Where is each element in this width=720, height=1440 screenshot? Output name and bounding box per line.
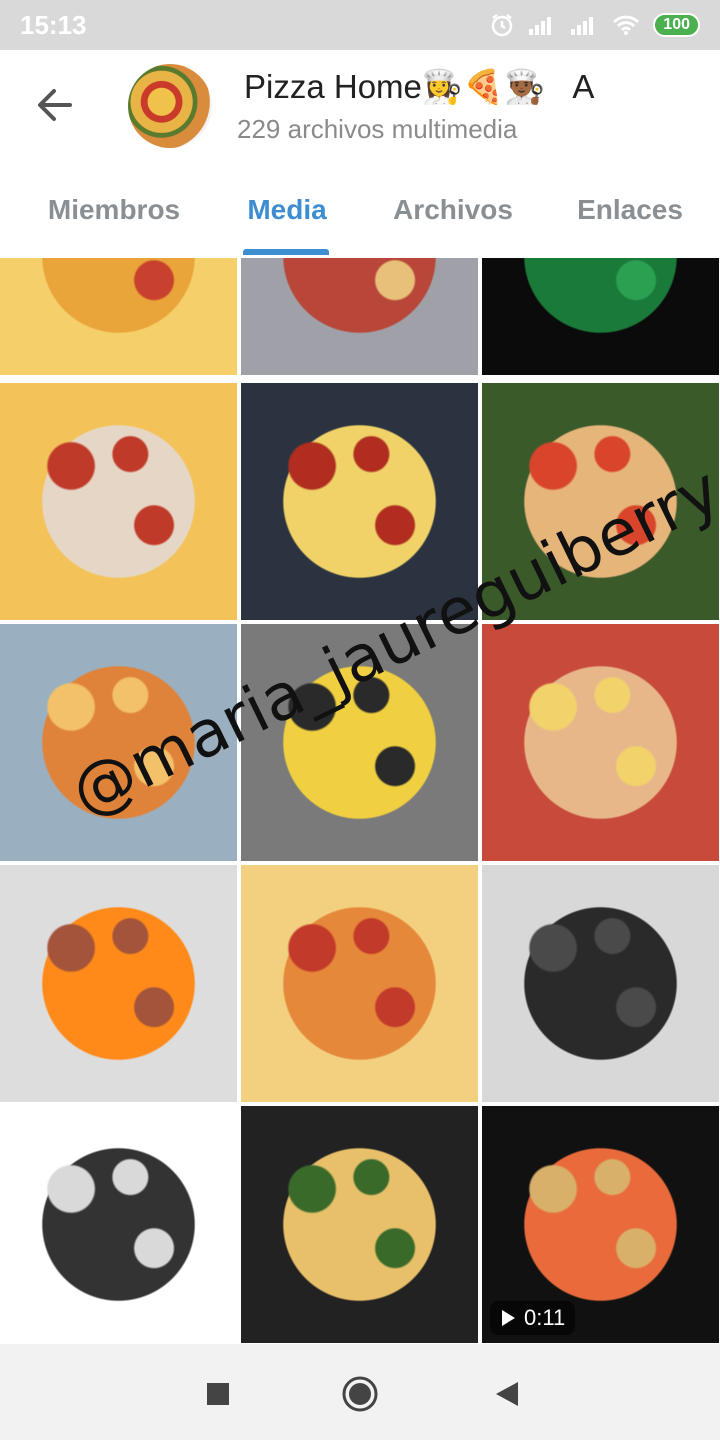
media-thumbnail[interactable] bbox=[482, 383, 719, 620]
tab-miembros[interactable]: Miembros bbox=[46, 190, 182, 255]
circle-icon bbox=[342, 1376, 378, 1412]
back-arrow-icon bbox=[38, 89, 72, 121]
tab-archivos[interactable]: Archivos bbox=[392, 190, 514, 255]
recents-button[interactable] bbox=[198, 1374, 238, 1414]
video-duration-badge: 0:11 bbox=[490, 1301, 576, 1335]
nav-back-button[interactable] bbox=[488, 1374, 528, 1414]
status-bar: 15:13 100 bbox=[0, 0, 720, 50]
back-arrow-button[interactable] bbox=[30, 80, 80, 130]
media-thumbnail[interactable] bbox=[0, 1106, 237, 1343]
triangle-back-icon bbox=[496, 1382, 518, 1406]
media-thumbnail[interactable] bbox=[0, 383, 237, 620]
tab-bar: Miembros Media Archivos Enlaces bbox=[0, 190, 720, 255]
media-grid: 0:11 bbox=[0, 258, 720, 1344]
media-thumbnail[interactable] bbox=[0, 624, 237, 861]
chat-subtitle: 229 archivos multimedia bbox=[237, 114, 518, 144]
status-time: 15:13 bbox=[20, 10, 87, 40]
chat-header: Pizza Home👩‍🍳🍕👨🏾‍🍳 A 229 archivos multim… bbox=[0, 50, 720, 255]
media-thumbnail[interactable] bbox=[241, 865, 478, 1102]
media-thumbnail[interactable] bbox=[0, 258, 237, 375]
chat-title: Pizza Home👩‍🍳🍕👨🏾‍🍳 A bbox=[244, 68, 634, 107]
tab-active-indicator bbox=[243, 249, 329, 255]
media-thumbnail[interactable] bbox=[482, 258, 719, 375]
group-avatar[interactable] bbox=[128, 64, 212, 148]
media-thumbnail[interactable] bbox=[241, 624, 478, 861]
tab-enlaces[interactable]: Enlaces bbox=[576, 190, 684, 255]
media-thumbnail[interactable] bbox=[482, 624, 719, 861]
signal-icon bbox=[529, 17, 552, 35]
square-icon bbox=[207, 1383, 229, 1405]
media-thumbnail[interactable] bbox=[0, 865, 237, 1102]
home-button[interactable] bbox=[338, 1372, 382, 1416]
system-nav-bar bbox=[0, 1344, 720, 1440]
chat-title-trail: A bbox=[572, 68, 595, 105]
status-icons: 100 bbox=[489, 10, 700, 40]
media-thumbnail[interactable]: 0:11 bbox=[482, 1106, 719, 1343]
wifi-icon bbox=[613, 15, 640, 35]
media-thumbnail[interactable] bbox=[482, 865, 719, 1102]
battery-icon: 100 bbox=[653, 13, 700, 37]
signal-icon bbox=[571, 17, 594, 35]
media-thumbnail[interactable] bbox=[241, 258, 478, 375]
media-thumbnail[interactable] bbox=[241, 1106, 478, 1343]
alarm-icon bbox=[492, 14, 513, 37]
video-duration: 0:11 bbox=[524, 1305, 566, 1330]
play-icon bbox=[502, 1310, 515, 1326]
media-thumbnail[interactable] bbox=[241, 383, 478, 620]
tab-media[interactable]: Media bbox=[242, 190, 332, 255]
chat-title-text: Pizza Home👩‍🍳🍕👨🏾‍🍳 bbox=[244, 68, 546, 105]
